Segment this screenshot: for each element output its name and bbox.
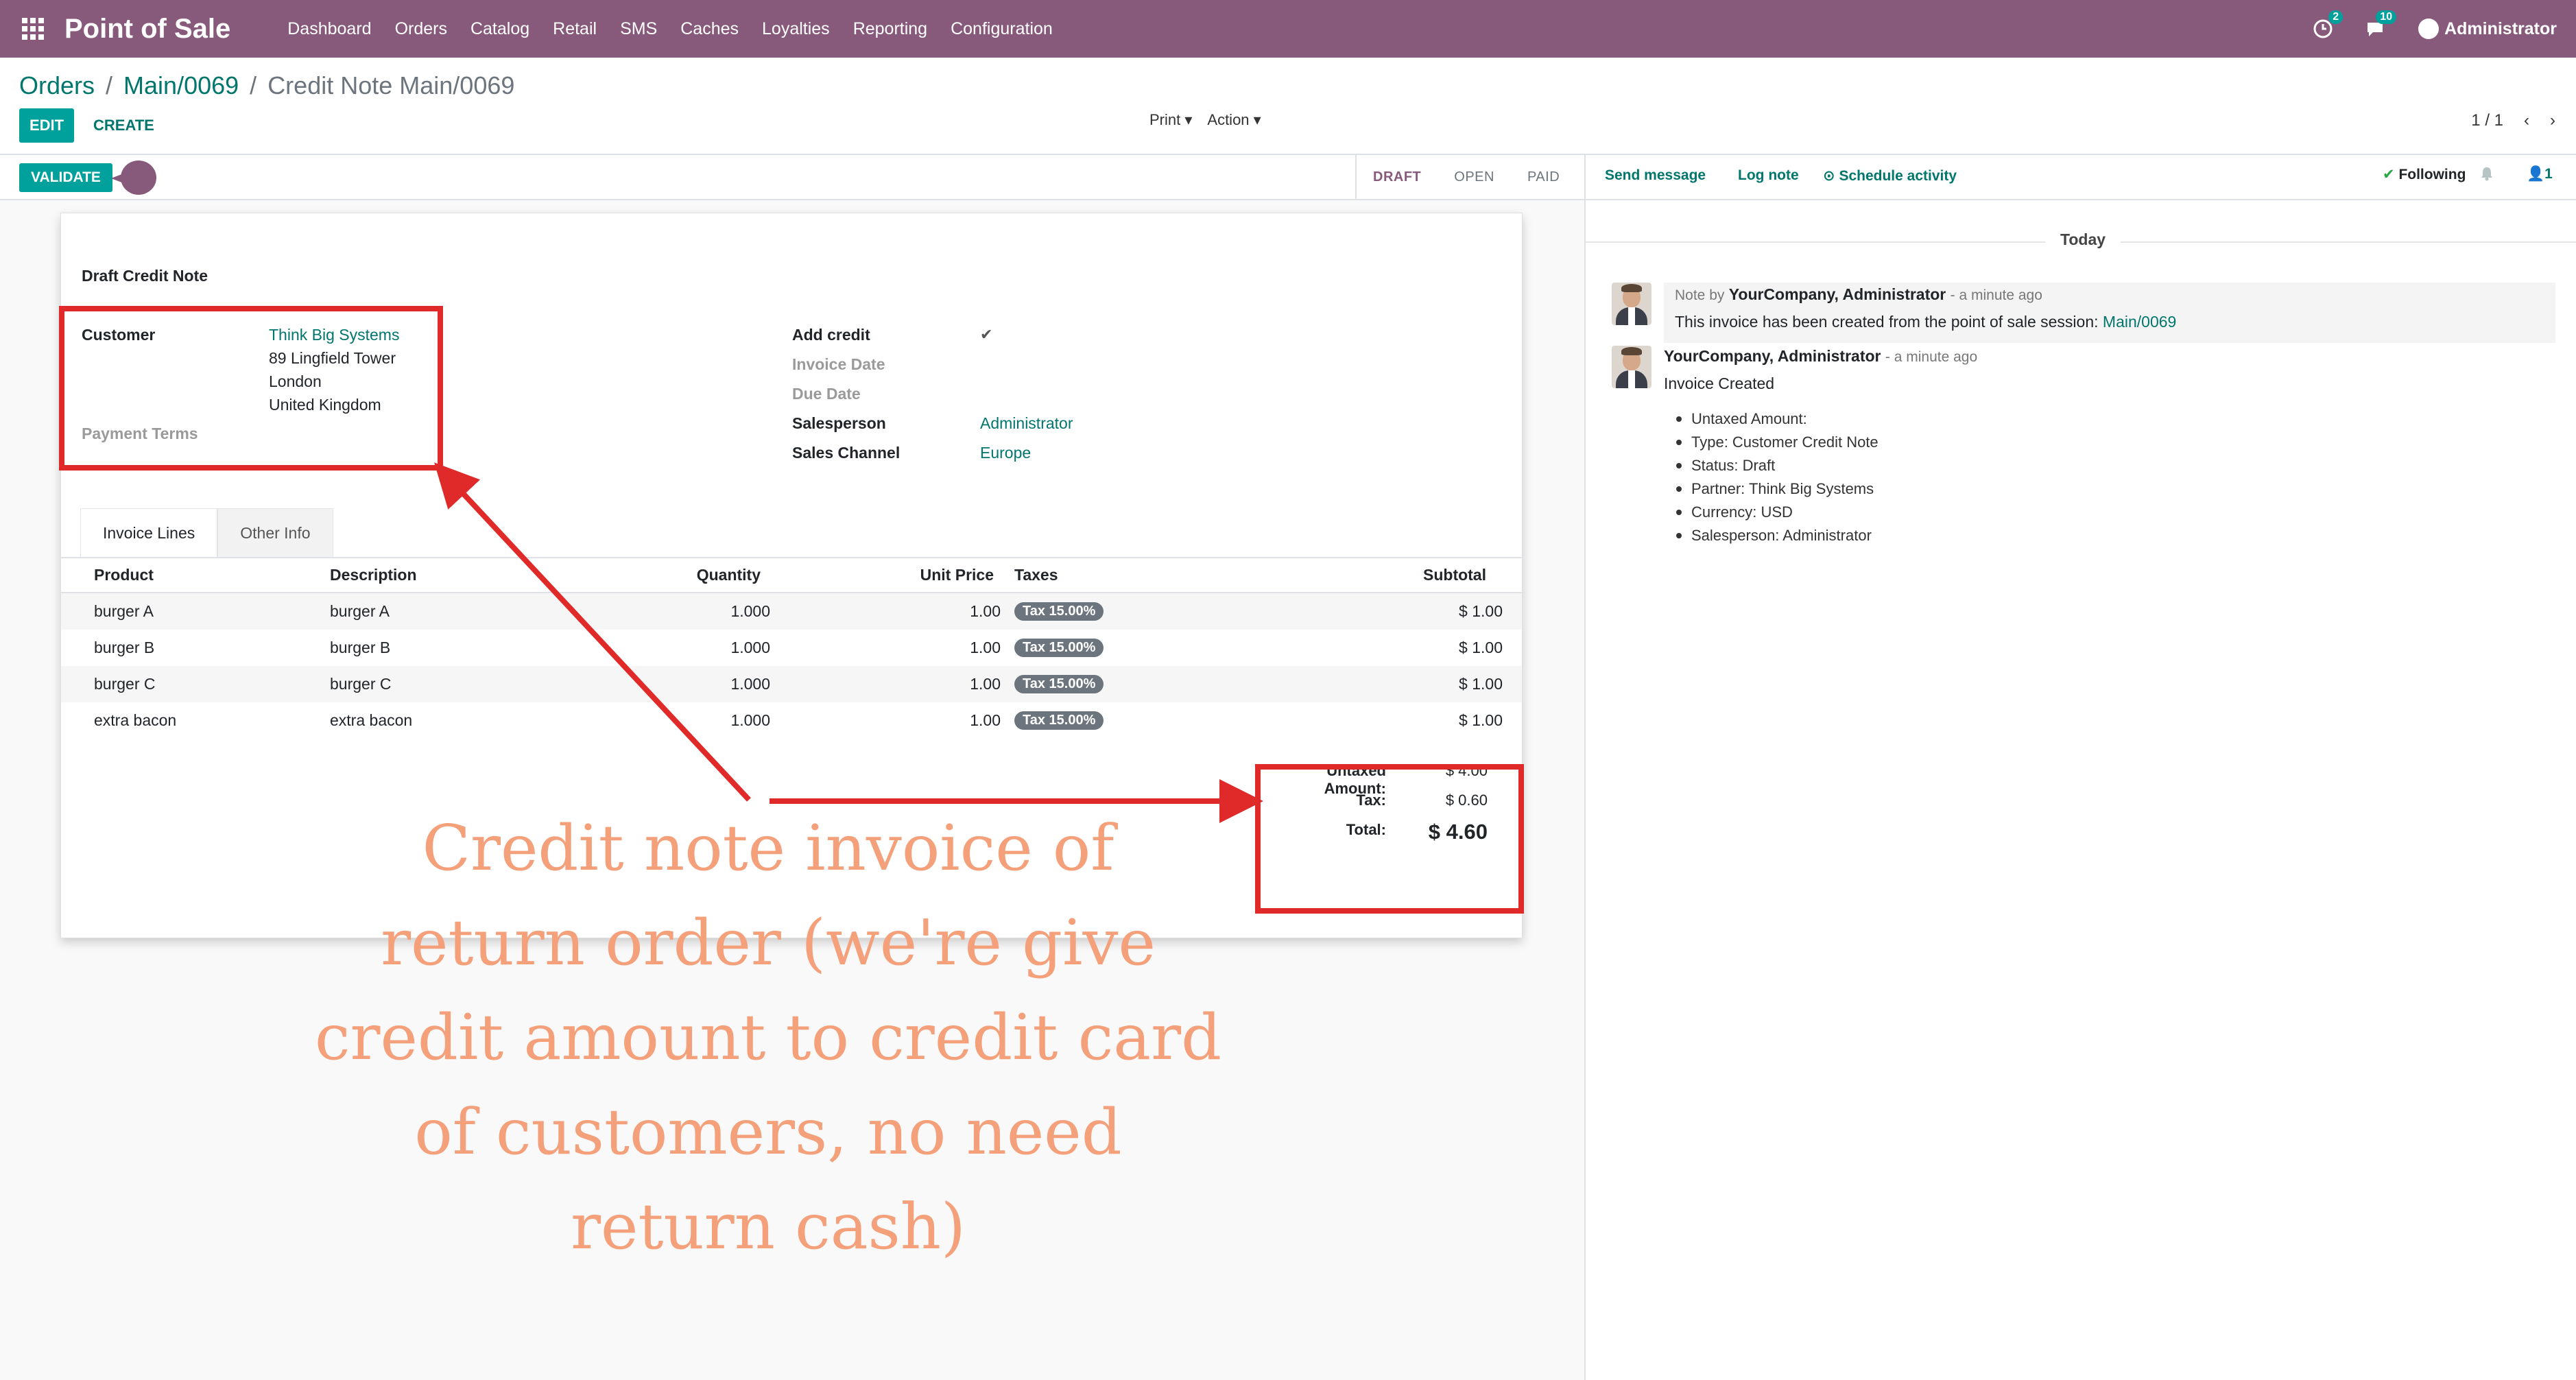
arrow-to-customer	[434, 462, 751, 802]
annotation-text: Credit note invoice of return order (we'…	[288, 801, 1248, 1274]
annotation-line: return order (we're give	[381, 906, 1156, 979]
annotation-line: of customers, no need	[414, 1095, 1122, 1169]
annotation-line: Credit note invoice of	[422, 811, 1114, 885]
annotation-line: return cash)	[571, 1190, 966, 1263]
annotation-line: credit amount to credit card	[314, 1001, 1221, 1074]
